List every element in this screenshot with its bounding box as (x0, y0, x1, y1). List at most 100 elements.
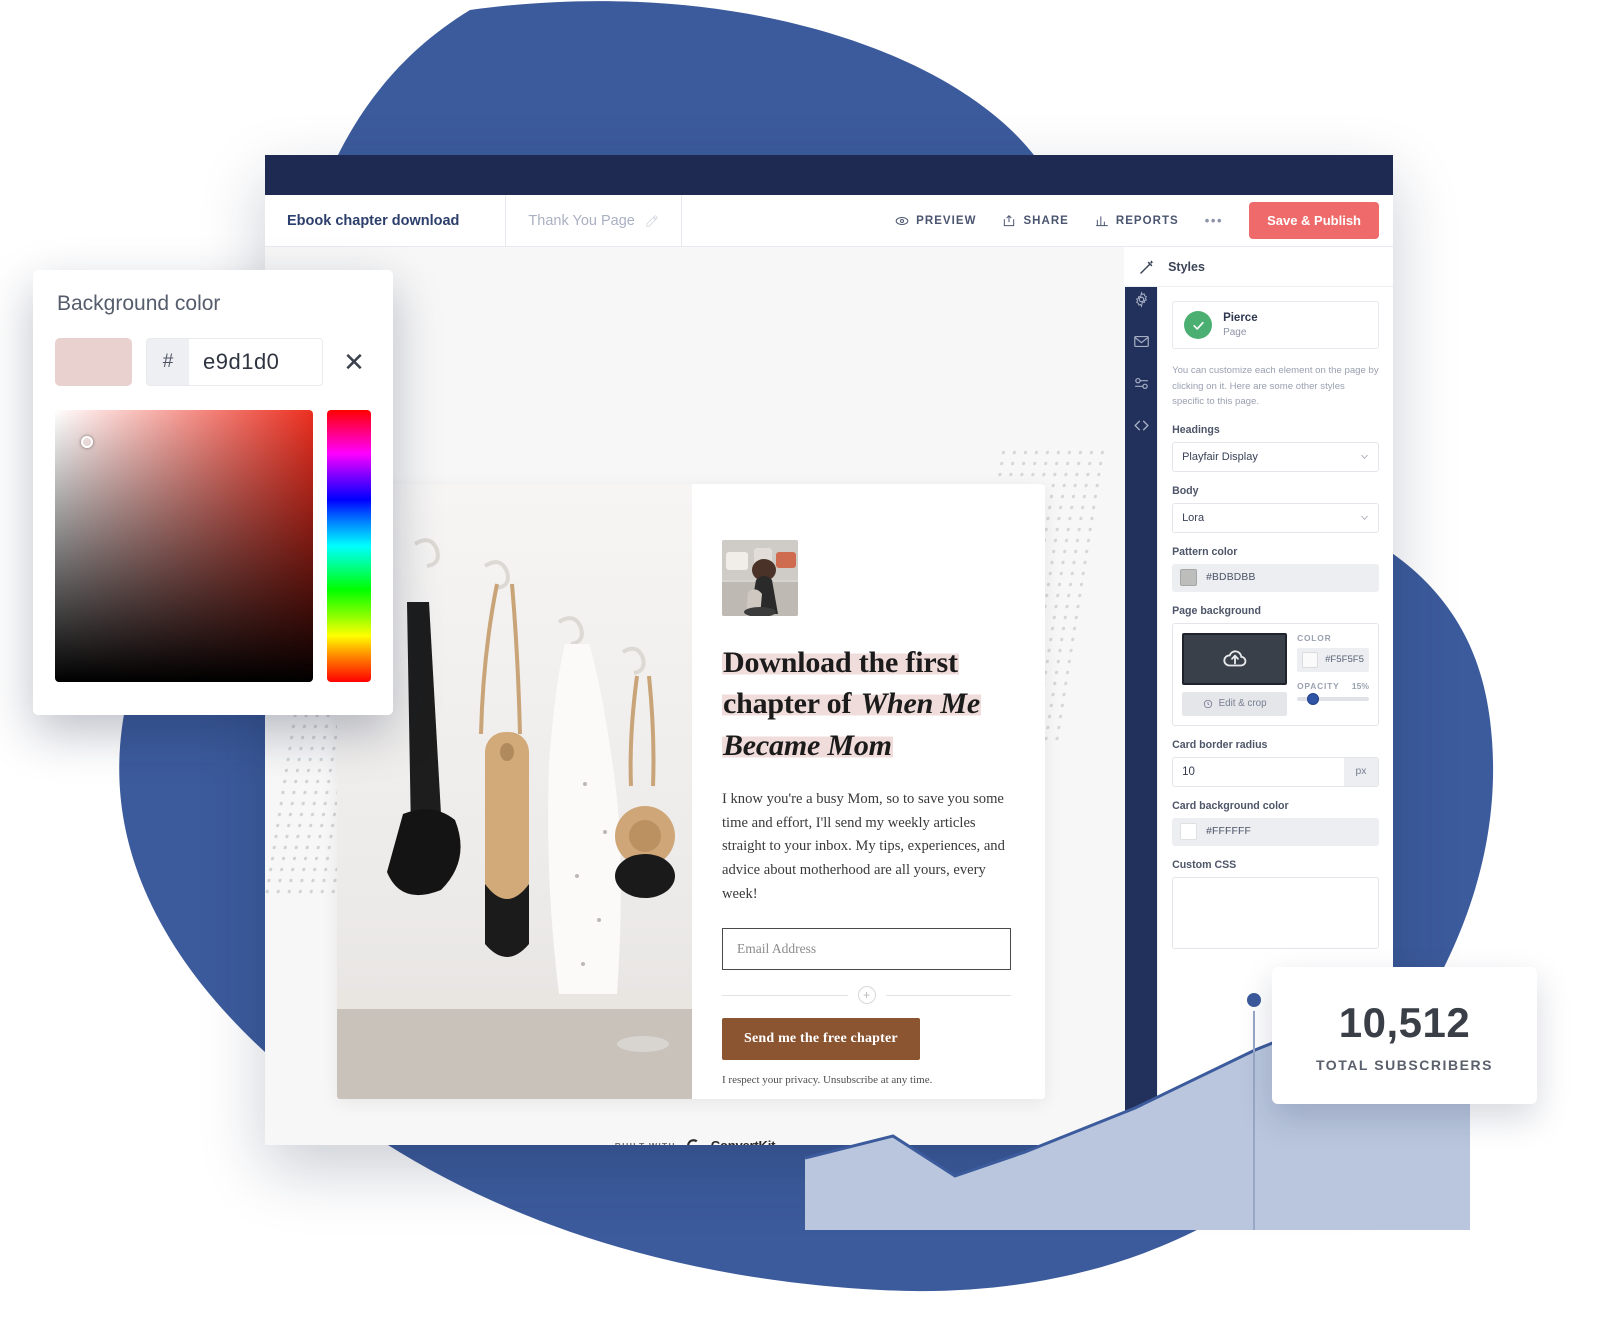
preview-label: PREVIEW (916, 214, 977, 227)
heading-line-2-italic: When Me (859, 687, 982, 721)
saturation-value-square[interactable] (55, 410, 313, 682)
card-background-color-swatch[interactable] (1180, 823, 1198, 841)
heading-line-3-italic: Became Mom (722, 728, 893, 762)
background-color-picker[interactable]: Background color # e9d1d0 ✕ (33, 270, 393, 715)
chart-marker-dot (1243, 989, 1265, 1011)
background-color-value: #F5F5F5 (1325, 654, 1364, 666)
card-background-color-value: #FFFFFF (1206, 826, 1251, 838)
built-with-brand: ConvertKit (711, 1138, 776, 1145)
pattern-color-label: Pattern color (1172, 545, 1238, 558)
page-background-options-column: COLOR #F5F5F5 OPACITY 15% (1297, 633, 1369, 716)
landing-page-heading: Download the first chapter of When Me Be… (722, 642, 1011, 766)
hex-input-group[interactable]: # e9d1d0 (146, 338, 323, 386)
styles-panel-header: Styles (1124, 247, 1393, 287)
page-background-upload-column: Edit & crop (1182, 632, 1288, 716)
opacity-value: 15% (1351, 680, 1369, 691)
close-icon[interactable]: ✕ (337, 349, 371, 375)
headings-font-select[interactable]: Playfair Display (1172, 441, 1379, 472)
total-subscribers-card: 10,512 TOTAL SUBSCRIBERS (1272, 967, 1537, 1104)
background-color-swatch[interactable] (1302, 651, 1319, 668)
share-label: SHARE (1023, 214, 1069, 227)
headings-label: Headings (1172, 423, 1220, 436)
landing-page-body-text: I know you're a busy Mom, so to save you… (722, 791, 1005, 902)
tab-label: Thank You Page (528, 212, 635, 229)
color-picker-input-row: # e9d1d0 ✕ (33, 316, 393, 386)
opacity-header: OPACITY 15% (1297, 681, 1369, 691)
body-label: Body (1172, 484, 1199, 497)
color-picker-gradients (33, 386, 393, 682)
saturation-value-handle[interactable] (81, 436, 93, 448)
window-titlebar (265, 155, 1393, 195)
card-border-radius-field[interactable]: 10 px (1172, 756, 1379, 787)
screenshot-stage: Ebook chapter download Thank You Page PR… (0, 0, 1600, 1340)
styles-panel-title: Styles (1168, 259, 1205, 274)
custom-css-label: Custom CSS (1172, 858, 1237, 871)
styles-panel-note: You can customize each element on the pa… (1172, 365, 1379, 408)
edit-and-crop-label: Edit & crop (1218, 698, 1267, 710)
page-background-upload-button[interactable] (1182, 632, 1288, 685)
bar-chart-icon (1096, 215, 1108, 226)
page-type: Page (1223, 326, 1247, 338)
page-status-card[interactable]: Pierce Page (1172, 301, 1379, 349)
tab-ebook-chapter-download[interactable]: Ebook chapter download (265, 195, 507, 246)
code-icon[interactable] (1133, 417, 1150, 434)
custom-css-textarea[interactable] (1172, 876, 1379, 949)
reports-button[interactable]: REPORTS (1095, 214, 1179, 228)
opacity-slider-knob[interactable] (1307, 692, 1320, 705)
card-border-radius-label: Card border radius (1172, 738, 1268, 751)
card-border-radius-unit: px (1344, 757, 1378, 786)
preview-button[interactable]: PREVIEW (895, 214, 976, 228)
pattern-color-value: #BDBDBB (1206, 572, 1256, 584)
color-picker-title: Background color (57, 292, 221, 315)
tab-thank-you-page[interactable]: Thank You Page (506, 195, 682, 246)
more-options-button[interactable]: ••• (1205, 213, 1223, 228)
pencil-icon[interactable] (645, 214, 659, 228)
check-circle-icon (1184, 311, 1213, 339)
more-label: ••• (1204, 213, 1224, 228)
settings-sliders-icon[interactable] (1133, 375, 1150, 392)
card-background-color-field[interactable]: #FFFFFF (1172, 817, 1379, 846)
background-color-label: COLOR (1297, 632, 1332, 643)
styles-panel-content: Pierce Page You can customize each eleme… (1158, 287, 1393, 949)
background-color-field[interactable]: #F5F5F5 (1297, 647, 1369, 672)
heading-line-1: Download the first (722, 646, 959, 679)
chevron-down-icon (1361, 454, 1368, 460)
body-font-select[interactable]: Lora (1172, 502, 1379, 533)
convertkit-logo-icon (687, 1139, 698, 1145)
gear-icon[interactable] (1133, 291, 1150, 308)
body-font-value: Lora (1182, 511, 1205, 524)
eye-icon (895, 216, 909, 225)
toolbar-actions: PREVIEW SHARE REPORTS ••• Save & Publish (895, 195, 1393, 246)
color-preview-swatch[interactable] (55, 338, 132, 386)
subscriber-count: 10,512 (1338, 998, 1471, 1046)
hex-value-input[interactable]: e9d1d0 (189, 339, 322, 385)
reports-label: REPORTS (1115, 214, 1179, 227)
magic-wand-icon (1140, 259, 1154, 274)
share-button[interactable]: SHARE (1002, 214, 1068, 228)
card-background-color-label: Card background color (1172, 799, 1289, 812)
hue-slider-strip[interactable] (327, 410, 371, 682)
edit-and-crop-button[interactable]: Edit & crop (1182, 691, 1288, 716)
author-thumbnail (722, 540, 798, 616)
envelope-icon[interactable] (1133, 333, 1150, 350)
cloud-upload-icon (1222, 650, 1246, 667)
share-icon (1004, 214, 1015, 226)
page-name: Pierce (1223, 312, 1258, 325)
opacity-slider[interactable] (1297, 692, 1369, 705)
tab-label: Ebook chapter download (287, 212, 460, 229)
pattern-color-swatch[interactable] (1180, 569, 1198, 587)
card-border-radius-value[interactable]: 10 (1173, 758, 1344, 786)
pattern-color-field[interactable]: #BDBDBB (1172, 563, 1379, 592)
page-background-label: Page background (1172, 604, 1261, 617)
hash-prefix: # (147, 339, 189, 385)
subscriber-count-label: TOTAL SUBSCRIBERS (1315, 1056, 1494, 1073)
opacity-label: OPACITY (1297, 680, 1340, 691)
save-and-publish-button[interactable]: Save & Publish (1249, 202, 1379, 239)
heading-line-2-plain: chapter of (722, 687, 860, 721)
headings-font-value: Playfair Display (1182, 450, 1258, 463)
pencil-icon[interactable] (469, 214, 483, 228)
page-background-group: Edit & crop COLOR #F5F5F5 OPACITY 15% (1172, 622, 1379, 726)
built-with-label: BUILT WITH (615, 1141, 676, 1146)
editor-toolbar: Ebook chapter download Thank You Page PR… (265, 195, 1393, 247)
